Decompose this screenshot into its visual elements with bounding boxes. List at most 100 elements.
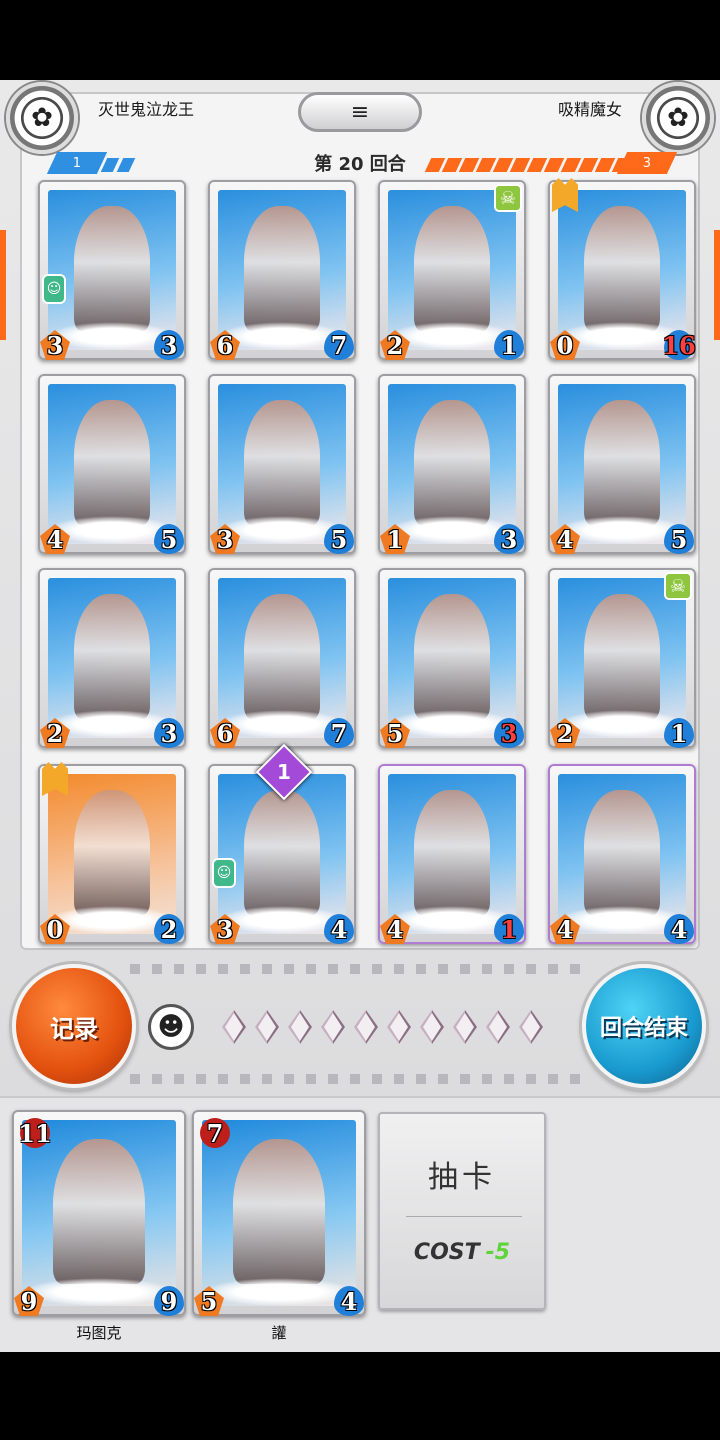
card-art (388, 190, 516, 350)
rose-ornament (22, 1278, 176, 1306)
health-value: 5 (154, 524, 184, 554)
right-player-avatar[interactable]: ✿ (642, 82, 714, 154)
mana-crystal-icon (255, 1010, 279, 1044)
right-player-name: 吸精魔女 (557, 100, 622, 119)
right-player-counter: 3 (616, 152, 678, 174)
field-card[interactable]: 67 (208, 180, 356, 360)
health-value: 2 (154, 914, 184, 944)
character-figure (413, 594, 491, 719)
health-value: 1 (664, 718, 694, 748)
health-value: 1 (494, 330, 524, 360)
hand-card[interactable]: 754 (192, 1110, 366, 1316)
field-card[interactable]: 67 (208, 568, 356, 748)
mask-icon: ☺ (212, 858, 236, 888)
rose-emblem-icon: ✿ (31, 103, 53, 133)
divider-top (130, 964, 590, 974)
mana-crystal-icon (354, 1010, 378, 1044)
left-side-stripe (0, 230, 6, 340)
card-art (218, 190, 346, 350)
field-card[interactable]: 45 (548, 374, 696, 554)
health-value: 4 (664, 914, 694, 944)
card-cost: 7 (200, 1118, 230, 1148)
rose-ornament (202, 1278, 356, 1306)
character-figure (73, 790, 151, 915)
left-player-bars (100, 158, 136, 172)
health-value: 4 (324, 914, 354, 944)
status-bar-area (0, 0, 720, 80)
card-art (22, 1120, 176, 1306)
field-card[interactable]: 2 1 ☠ (378, 180, 526, 360)
mana-crystal-icon (486, 1010, 510, 1044)
left-player-name: 灭世鬼泣龙王 (98, 100, 195, 119)
character-figure (73, 206, 151, 331)
character-figure (243, 594, 321, 719)
character-figure (413, 206, 491, 331)
hamburger-icon: ≡ (350, 99, 370, 125)
character-figure (52, 1138, 146, 1284)
field-card[interactable]: 53 (378, 568, 526, 748)
card-art (558, 774, 686, 934)
hand-card[interactable]: 11 9 9 (12, 1110, 186, 1316)
draw-cost-value: -5 (485, 1240, 511, 1265)
mask-icon: ☺ (42, 274, 66, 304)
character-figure (583, 206, 661, 331)
menu-button[interactable]: ≡ (298, 92, 422, 132)
card-art (218, 578, 346, 738)
hand-card-name: 讙 (271, 1324, 287, 1342)
rose-emblem-icon: ✿ (667, 103, 689, 133)
character-figure (243, 790, 321, 915)
mana-crystal-icon (453, 1010, 477, 1044)
card-art (48, 190, 176, 350)
field-card[interactable]: 23 (38, 568, 186, 748)
draw-card-button[interactable]: 抽卡 COST -5 (378, 1112, 546, 1310)
right-side-stripe (714, 230, 720, 340)
health-value: 3 (494, 718, 524, 748)
left-player-avatar[interactable]: ✿ (6, 82, 78, 154)
health-value: 3 (154, 718, 184, 748)
card-cost: 11 (18, 1118, 52, 1148)
character-figure (232, 1138, 326, 1284)
field-card[interactable]: 35 (208, 374, 356, 554)
health-value: 5 (664, 524, 694, 554)
health-value: 7 (324, 718, 354, 748)
health-value: 9 (154, 1286, 184, 1316)
mana-crystals (222, 1010, 543, 1044)
field-card[interactable]: 02 (38, 762, 186, 944)
card-art (48, 774, 176, 934)
mana-crystal-icon (387, 1010, 411, 1044)
field-card[interactable]: 41 (378, 764, 526, 944)
health-value: 3 (154, 330, 184, 360)
emote-button[interactable]: ☻ (148, 1004, 194, 1050)
character-figure (583, 594, 661, 719)
end-turn-button[interactable]: 回合结束 (582, 964, 706, 1088)
card-art (388, 774, 516, 934)
card-art (388, 384, 516, 544)
character-figure (583, 790, 661, 915)
mana-crystal-icon (420, 1010, 444, 1044)
mana-crystal-icon (222, 1010, 246, 1044)
smiley-face-icon: ☻ (157, 1012, 185, 1042)
skull-icon: ☠ (494, 184, 522, 212)
field-card[interactable]: 2 1 ☠ (548, 568, 696, 748)
health-value: 3 (494, 524, 524, 554)
character-figure (243, 400, 321, 525)
field-card[interactable]: 13 (378, 374, 526, 554)
field-card[interactable]: 3 3 ☺ (38, 180, 186, 360)
hand-card-name: 玛图克 (76, 1324, 122, 1342)
field-card[interactable]: 0 16 (548, 178, 696, 360)
draw-divider (406, 1216, 522, 1217)
field-card[interactable]: 45 (38, 374, 186, 554)
card-art (558, 190, 686, 350)
health-value: 4 (334, 1286, 364, 1316)
character-figure (73, 594, 151, 719)
right-player-bars (424, 158, 633, 172)
card-art (558, 384, 686, 544)
character-figure (413, 790, 491, 915)
card-art (202, 1120, 356, 1306)
draw-card-label: 抽卡 (428, 1160, 496, 1195)
mana-crystal-icon (288, 1010, 312, 1044)
draw-cost: COST -5 (413, 1240, 511, 1265)
record-button[interactable]: 记录 (12, 964, 136, 1088)
card-art (388, 578, 516, 738)
field-card[interactable]: 44 (548, 764, 696, 944)
